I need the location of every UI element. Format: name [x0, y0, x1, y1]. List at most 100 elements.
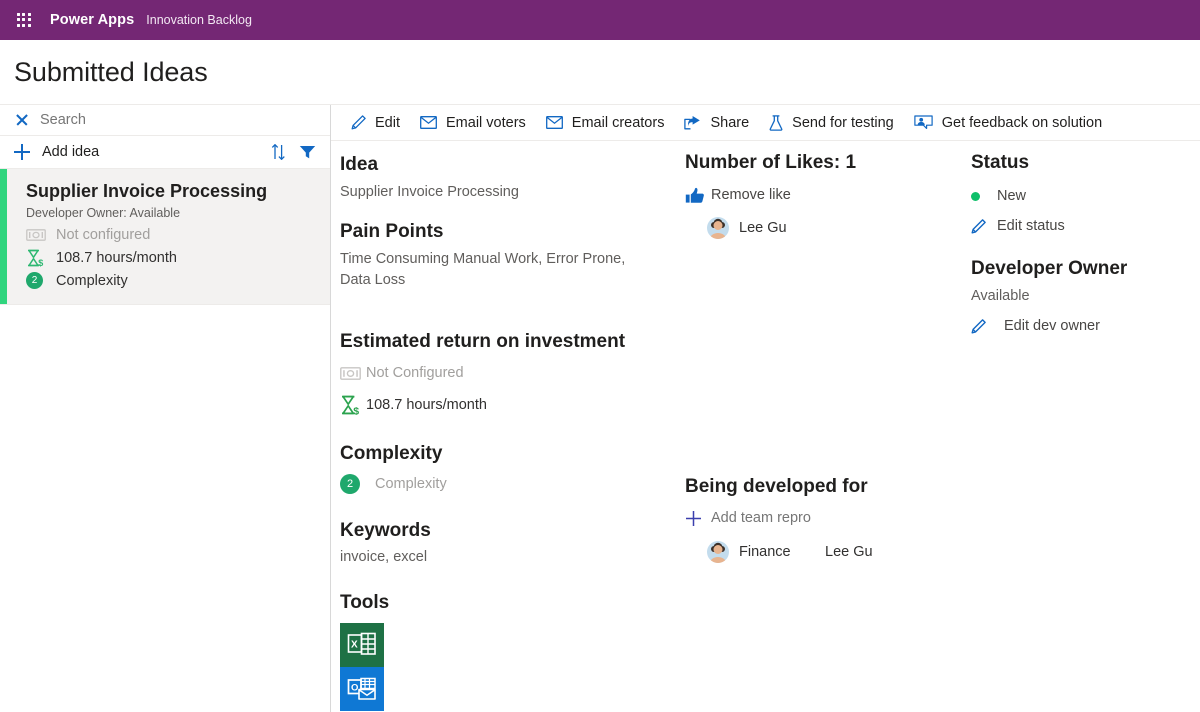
- hourglass-dollar-icon: $: [26, 249, 48, 267]
- envelope-icon: [545, 116, 563, 129]
- outlook-icon[interactable]: O: [340, 667, 384, 711]
- selection-accent-bar: [0, 169, 7, 304]
- command-bar: Edit Email voters Email creators Share S…: [331, 105, 1200, 141]
- money-icon: [26, 228, 48, 242]
- edit-button[interactable]: Edit: [341, 106, 410, 140]
- plus-icon[interactable]: [14, 144, 30, 160]
- dev-owner-value: Available: [971, 288, 1030, 304]
- add-idea-button[interactable]: Add idea: [42, 144, 267, 160]
- share-button-label: Share: [710, 114, 750, 131]
- add-team-repro-button[interactable]: Add team repro: [685, 505, 965, 531]
- add-team-repro-label: Add team repro: [711, 510, 811, 526]
- brand-label[interactable]: Power Apps: [50, 12, 134, 28]
- roi-hours-text: 108.7 hours/month: [366, 397, 487, 413]
- detail-column-right: Status New Edit status Developer Owner A…: [971, 141, 1200, 339]
- feedback-person-icon: [914, 114, 933, 131]
- roi-hours-row: $ 108.7 hours/month: [340, 392, 680, 418]
- hourglass-dollar-icon: $: [340, 395, 366, 415]
- list-item[interactable]: Supplier Invoice Processing Developer Ow…: [0, 169, 330, 305]
- filter-icon[interactable]: [296, 141, 318, 163]
- search-row: [0, 105, 330, 136]
- send-for-testing-label: Send for testing: [792, 114, 894, 131]
- status-heading: Status: [971, 152, 1030, 173]
- thumbs-up-icon: [685, 187, 711, 204]
- status-dot-icon: [971, 191, 997, 201]
- edit-button-label: Edit: [375, 114, 400, 131]
- list-item-complexity: 2 Complexity: [26, 269, 318, 292]
- suite-header-bar: Power Apps Innovation Backlog: [0, 0, 1200, 40]
- avatar: [707, 217, 729, 239]
- team-person-name: Lee Gu: [825, 544, 873, 560]
- edit-status-button[interactable]: Edit status: [971, 213, 1200, 239]
- edit-status-label: Edit status: [997, 218, 1065, 234]
- email-creators-label: Email creators: [571, 114, 665, 131]
- edit-dev-owner-label: Edit dev owner: [1004, 318, 1100, 334]
- pencil-icon: [971, 318, 997, 334]
- search-input[interactable]: [40, 112, 270, 128]
- complexity-badge-value: 2: [26, 272, 43, 289]
- detail-body: Idea Supplier Invoice Processing Pain Po…: [331, 141, 1200, 712]
- edit-dev-owner-button[interactable]: Edit dev owner: [971, 313, 1200, 339]
- idea-heading: Idea: [340, 154, 379, 175]
- complexity-badge: 2: [26, 272, 48, 289]
- list-item-title: Supplier Invoice Processing: [26, 181, 268, 201]
- email-voters-label: Email voters: [446, 114, 526, 131]
- status-row: New: [971, 183, 1200, 209]
- pain-points-value: Time Consuming Manual Work, Error Prone,…: [340, 251, 626, 288]
- body-split: Add idea Supplier Invoi: [0, 105, 1200, 712]
- list-item-roi-money: Not configured: [26, 223, 318, 246]
- roi-heading: Estimated return on investment: [340, 331, 626, 352]
- close-x-icon[interactable]: [14, 112, 30, 128]
- roi-money-row: Not Configured: [340, 360, 680, 386]
- sort-icon[interactable]: [267, 141, 289, 163]
- complexity-heading: Complexity: [340, 443, 443, 464]
- voter-name: Lee Gu: [739, 220, 787, 236]
- voter-row: Lee Gu: [685, 214, 965, 242]
- svg-text:$: $: [353, 405, 359, 415]
- complexity-badge: 2: [340, 474, 366, 494]
- remove-like-button[interactable]: Remove like: [685, 182, 965, 208]
- excel-icon[interactable]: X: [340, 623, 384, 667]
- svg-text:$: $: [38, 258, 43, 267]
- status-dot: [971, 191, 980, 201]
- likes-heading: Number of Likes: 1: [685, 152, 857, 173]
- developed-for-heading: Being developed for: [685, 476, 868, 497]
- team-row: Finance Lee Gu: [685, 538, 965, 566]
- plus-icon: [685, 510, 711, 527]
- money-icon: [340, 366, 366, 381]
- avatar: [707, 541, 729, 563]
- add-idea-row: Add idea: [0, 136, 330, 169]
- list-item-roi-money-text: Not configured: [56, 226, 151, 243]
- tools-heading: Tools: [340, 592, 390, 613]
- page-title-bar: Submitted Ideas: [0, 40, 1200, 105]
- pencil-icon: [351, 115, 366, 130]
- remove-like-label: Remove like: [711, 187, 791, 203]
- share-button[interactable]: Share: [674, 106, 759, 140]
- waffle-grid-icon[interactable]: [10, 6, 38, 34]
- email-creators-button[interactable]: Email creators: [536, 106, 675, 140]
- roi-money-text: Not Configured: [366, 365, 464, 381]
- complexity-label: Complexity: [375, 476, 447, 492]
- tools-list: X O: [340, 623, 680, 711]
- team-name: Finance: [739, 544, 791, 560]
- detail-column-main: Idea Supplier Invoice Processing Pain Po…: [340, 141, 680, 711]
- share-icon: [684, 115, 701, 130]
- idea-value: Supplier Invoice Processing: [340, 184, 519, 200]
- list-item-subtitle: Developer Owner: Available: [26, 206, 181, 220]
- keywords-heading: Keywords: [340, 520, 431, 541]
- get-feedback-button[interactable]: Get feedback on solution: [904, 106, 1112, 140]
- complexity-badge-value: 2: [340, 474, 360, 494]
- status-badge: New: [997, 188, 1027, 204]
- app-name-label[interactable]: Innovation Backlog: [146, 13, 252, 27]
- pencil-icon: [971, 218, 997, 234]
- complexity-row: 2 Complexity: [340, 471, 680, 497]
- svg-text:O: O: [351, 683, 358, 694]
- list-item-roi-hours: $ 108.7 hours/month: [26, 246, 318, 269]
- email-voters-button[interactable]: Email voters: [410, 106, 536, 140]
- list-item-complexity-label: Complexity: [56, 272, 128, 289]
- page-title: Submitted Ideas: [14, 56, 208, 87]
- app-root: Power Apps Innovation Backlog Submitted …: [0, 0, 1200, 712]
- svg-text:X: X: [351, 640, 358, 651]
- send-for-testing-button[interactable]: Send for testing: [759, 106, 904, 140]
- ideas-list-panel: Add idea Supplier Invoi: [0, 105, 331, 712]
